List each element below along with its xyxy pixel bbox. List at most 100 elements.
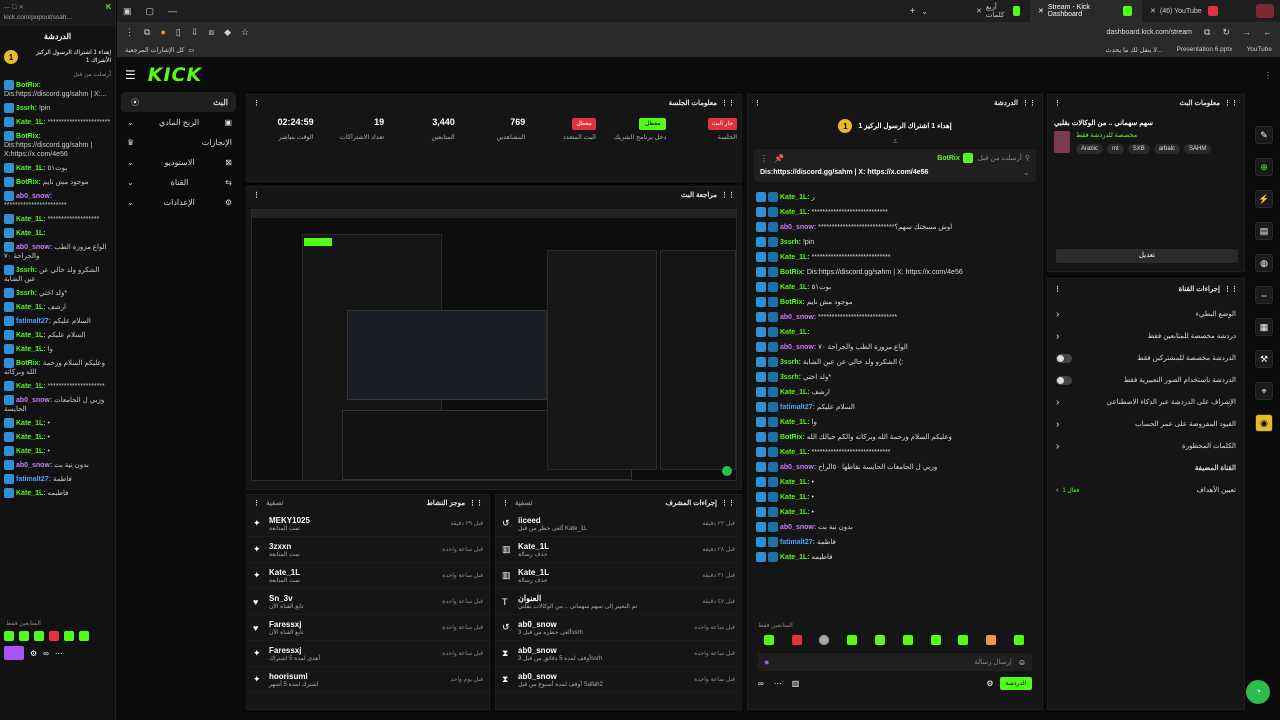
chat-username[interactable]: BotRix: <box>780 299 805 306</box>
popout-share-icon[interactable]: ⋯ <box>55 649 63 658</box>
pinned-username[interactable]: BotRix <box>937 155 960 162</box>
feed-item-name[interactable]: 3zxxn <box>269 542 300 551</box>
chat-send-button[interactable]: الدردشة <box>999 677 1032 690</box>
window-menu-icon[interactable]: ▣ <box>123 6 132 17</box>
chat-username[interactable]: Kate_1L: <box>780 209 810 216</box>
chat-username[interactable]: Kate_1L: <box>16 346 46 353</box>
window-minimize-icon[interactable]: — <box>168 6 177 16</box>
chat-username[interactable]: Kate_1L: <box>780 509 810 516</box>
edit-stream-info-button[interactable]: تعديل <box>1056 249 1238 263</box>
chat-input[interactable]: ● إرسال رسالة ☺ <box>758 653 1032 671</box>
help-chat-icon[interactable]: ◔ <box>1246 680 1270 704</box>
feed-item-name[interactable]: iiceed <box>518 516 587 525</box>
channel-setting-row[interactable]: › دردشة مخصصة للمتابعين فقط <box>1048 325 1244 347</box>
feed-item-name[interactable]: ab0_snow <box>518 620 583 629</box>
tab-youtube[interactable]: ✕ (46) YouTube <box>1142 0 1250 22</box>
tab-arabic-words[interactable]: ✕ أربع كلمات <box>968 0 1030 22</box>
message-menu-icon[interactable]: ⋮ <box>760 154 768 163</box>
infinity-icon[interactable]: ∞ <box>758 679 764 688</box>
emote-icon[interactable] <box>791 635 802 645</box>
profile-avatar-icon[interactable]: ● <box>160 27 165 37</box>
tab-close-icon[interactable]: ✕ <box>976 7 982 15</box>
chat-username[interactable]: Kate_1L: <box>16 216 46 223</box>
new-tab-icon[interactable]: + <box>909 6 915 17</box>
wrench-icon[interactable]: ⚒ <box>1255 350 1273 368</box>
chat-username[interactable]: ab0_snow: <box>16 397 52 404</box>
chat-username[interactable]: ab0_snow: <box>780 464 816 471</box>
header-menu-icon[interactable]: ⋮ <box>1264 71 1272 80</box>
address-bar[interactable]: dashboard.kick.com/stream <box>1106 29 1192 36</box>
emoji-icon[interactable]: ☺ <box>1018 658 1026 667</box>
forward-icon[interactable]: → <box>1242 27 1251 37</box>
chat-username[interactable]: Kate_1L: <box>16 420 46 427</box>
chat-username[interactable]: Kate_1L: <box>16 434 46 441</box>
feed-item[interactable]: ↺ iiceed ألغى حظر من قبل Kate_1L قبل ٢٢ دقي… <box>496 511 741 537</box>
chat-username[interactable]: Kate_1L: <box>780 479 810 486</box>
feed-item-name[interactable]: Sn_3v <box>269 594 304 603</box>
profile-icon[interactable] <box>1256 4 1274 18</box>
feed-item[interactable]: ✦ Faressxj أهدى لمدة 5 اشتراك قبل ساعة واحد… <box>247 641 489 667</box>
emote-icon[interactable] <box>4 631 14 641</box>
chat-username[interactable]: ab0_snow: <box>16 462 52 469</box>
chat-username[interactable]: Kate_1L: <box>780 254 810 261</box>
feed-item[interactable]: ⧗ ab0_snow أوقف لمدة 5 دقائق من قبل 3ssrh ق… <box>496 641 741 667</box>
stream-preview-video[interactable] <box>251 209 737 481</box>
chevron-down-icon[interactable]: ⌄ <box>1022 167 1030 178</box>
chat-username[interactable]: 3ssrh: <box>16 267 37 274</box>
chat-username[interactable]: BotRix: <box>16 179 41 186</box>
chat-username[interactable]: ab0_snow: <box>780 224 816 231</box>
sidebar-item-channel[interactable]: ⌄ القناة ⇆ <box>117 172 240 192</box>
bookmark-item[interactable]: Presentation 6.pptx <box>1176 46 1232 53</box>
pin-collapse-icon[interactable]: ⩡ <box>748 137 1042 146</box>
tab-kick-dashboard[interactable]: ✕ Stream - Kick Dashboard <box>1030 0 1142 22</box>
lightning-icon[interactable]: ⚡ <box>1255 190 1273 208</box>
tab-close-icon[interactable]: ✕ <box>1038 7 1044 15</box>
feed-item[interactable]: ✦ MEKY1025 تمت المتابعة قبل ٢٩ دقيقة <box>247 511 489 537</box>
chat-username[interactable]: Kate_1L: <box>16 332 46 339</box>
chat-username[interactable]: Kate_1L: <box>780 494 810 501</box>
raid-targets-row[interactable]: ‹ فعال 1 تعيين الأهداف <box>1048 479 1244 501</box>
drag-handle-icon[interactable]: ⋮⋮ <box>721 499 735 507</box>
feed-item-name[interactable]: hoorisuml <box>269 672 318 681</box>
popout-infinity-icon[interactable]: ∞ <box>43 649 49 658</box>
chat-username[interactable]: BotRix: <box>16 133 41 140</box>
download-icon[interactable]: ⇩ <box>191 27 199 38</box>
chat-username[interactable]: fatimalt27: <box>780 404 815 411</box>
panel-menu-icon[interactable]: ⋮ <box>1054 99 1061 107</box>
feed-item[interactable]: ▥ Kate_1L حذف رسالة قبل ٣١ دقيقة <box>496 563 741 589</box>
emote-icon[interactable] <box>79 631 89 641</box>
channel-setting-row[interactable]: › الإشراف على الدردشة عبر الذكاء الاصطناع… <box>1048 391 1244 413</box>
popout-window-controls[interactable]: — ☐ ✕ <box>4 4 24 11</box>
share-icon[interactable]: ⧉ <box>1204 27 1210 38</box>
chat-username[interactable]: Kate_1L: <box>780 449 810 456</box>
bookmark-item[interactable]: YouTube <box>1246 46 1272 53</box>
emote-icon[interactable] <box>763 635 774 645</box>
chat-username[interactable]: Kate_1L: <box>16 383 46 390</box>
drag-handle-icon[interactable]: ⋮⋮ <box>1224 285 1238 293</box>
back-icon[interactable]: ← <box>1263 27 1272 37</box>
extension-icon[interactable]: ⧉ <box>144 27 150 38</box>
chat-username[interactable]: 3ssrh: <box>780 374 801 381</box>
feed-item-name[interactable]: ab0_snow <box>518 646 602 655</box>
setting-toggle[interactable] <box>1056 375 1072 385</box>
chat-username[interactable]: 3ssrh: <box>780 359 801 366</box>
chat-username[interactable]: fatimalt27: <box>780 539 815 546</box>
emote-icon[interactable] <box>64 631 74 641</box>
chat-username[interactable]: ab0_snow: <box>16 244 52 251</box>
feed-item-name[interactable]: Faressxj <box>269 646 320 655</box>
drag-handle-icon[interactable]: ⋮⋮ <box>1022 99 1036 107</box>
emote-icon[interactable] <box>847 635 858 645</box>
session-stat-toggle-button[interactable]: معطل <box>572 118 596 130</box>
emote-icon[interactable] <box>902 635 913 645</box>
chat-username[interactable]: 3ssrh: <box>780 239 801 246</box>
chat-username[interactable]: fatimalt27: <box>16 476 51 483</box>
emote-icon[interactable] <box>19 631 29 641</box>
chat-username[interactable]: BotRix: <box>16 82 41 89</box>
chat-username[interactable]: ab0_snow: <box>780 344 816 351</box>
unpin-icon[interactable]: 📌 <box>774 154 784 163</box>
chat-bubble-icon[interactable]: ◍ <box>1255 254 1273 272</box>
clipboard-icon[interactable]: ▤ <box>1255 222 1273 240</box>
emote-icon[interactable] <box>986 635 997 645</box>
emote-icon[interactable] <box>1014 635 1025 645</box>
chat-username[interactable]: Kate_1L: <box>16 230 46 237</box>
